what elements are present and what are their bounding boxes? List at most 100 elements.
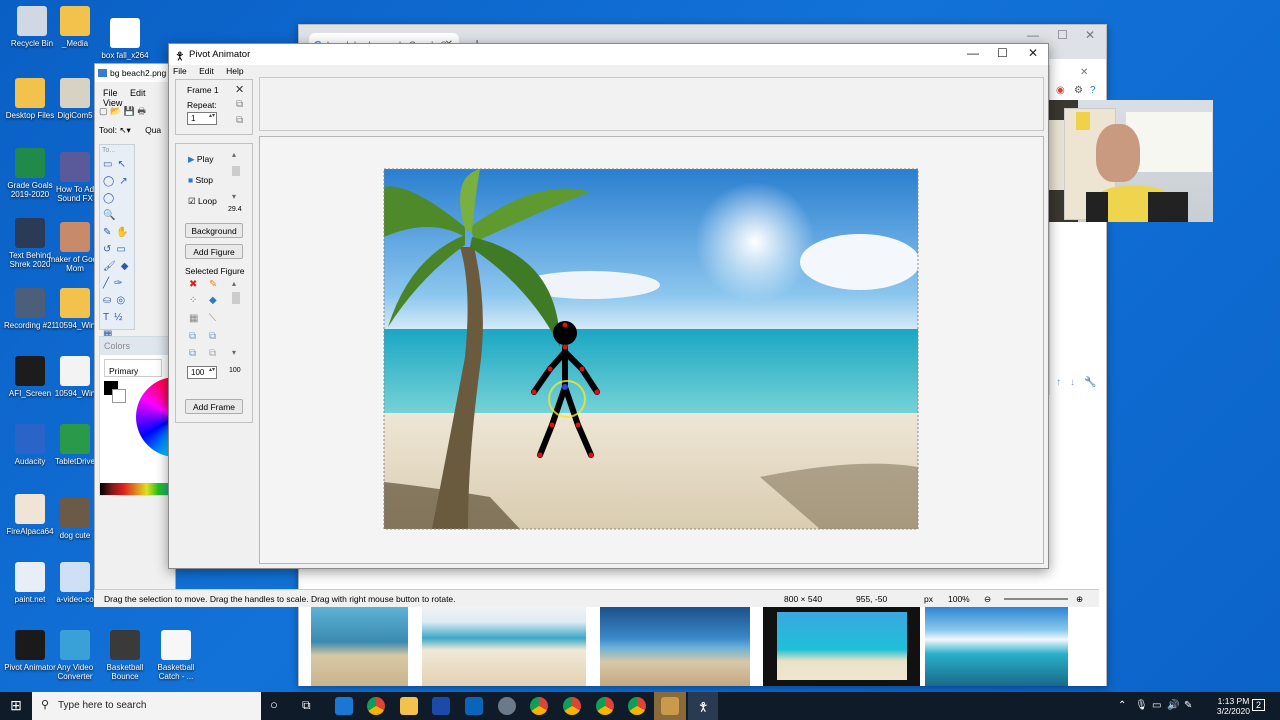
menu-edit[interactable]: Edit [199,66,214,76]
scroll-up-icon[interactable]: ▴ [232,279,236,288]
repeat-spinner[interactable]: 1 [187,112,217,125]
zoom-slider[interactable] [1004,598,1068,600]
desktop-icon-label: Any Video Converter [56,663,94,681]
app-icon[interactable] [432,697,450,715]
tool-icons[interactable]: ▭↖ ◯↗ ◯🔍 ✎✋ ↺▭ 🖌◆ ╱✑ ⛀◎ T½ ▦ [100,156,134,343]
play-button[interactable]: ▶ Play [188,154,213,165]
notification-badge[interactable]: 2 [1252,699,1266,711]
secondary-color-swatch[interactable] [112,389,126,403]
image-result[interactable] [925,606,1068,686]
edge-icon[interactable] [335,697,353,715]
image-result[interactable] [422,606,586,686]
gear-icon[interactable]: ⚙ [1074,85,1083,96]
close-icon[interactable]: ✕ [1028,46,1038,60]
network-icon[interactable]: ▭ [1152,700,1161,711]
figure-origin-handle[interactable] [562,384,568,390]
back-figure-icon[interactable]: ⧉ [209,331,216,342]
front-figure-icon[interactable]: ⧉ [189,331,196,342]
cortana-icon[interactable]: ○ [270,697,278,712]
chrome-extension-icon[interactable]: ◉ [1056,85,1065,96]
active-app-highlight[interactable] [654,692,686,720]
image-result[interactable] [600,606,750,686]
add-frame-button[interactable]: Add Frame [185,399,243,414]
loop-checkbox[interactable]: ☑ Loop [188,196,217,207]
arrow-down-icon[interactable]: ↓ [1070,377,1075,388]
maximize-icon[interactable]: ☐ [997,46,1008,60]
chrome-profile-icon[interactable] [563,697,581,715]
zoom-out-icon[interactable]: ⊖ [984,594,991,605]
beach-canvas[interactable] [260,137,1045,565]
desktop-icon[interactable]: _Media [47,6,103,48]
add-figure-button[interactable]: Add Figure [185,244,243,259]
pivot-taskbar-button[interactable]: 🯆 [688,692,718,720]
chrome-profile-icon[interactable] [530,697,548,715]
microphone-icon[interactable]: 🎙 [1135,700,1148,711]
image-result[interactable] [311,606,408,686]
delete-frame-icon[interactable]: ✕ [235,83,244,96]
desktop-icon[interactable]: box fall_x264 [97,18,153,60]
primary-select[interactable]: Primary [104,359,162,377]
checkbox-icon: ☑ [188,196,196,206]
paste-figure-icon[interactable]: ⧉ [209,348,216,359]
app-icon [661,697,679,715]
duplicate-figure-icon[interactable]: ⁘ [189,295,197,306]
task-view-icon[interactable]: ⧉ [302,698,311,713]
menu-file[interactable]: File [173,66,187,76]
flip-figure-icon[interactable]: ◆ [209,295,217,306]
chrome-profile-icon[interactable] [628,697,646,715]
desktop-icon-image [60,630,90,660]
maximize-icon[interactable]: ☐ [1057,28,1068,42]
desktop-icon-image [60,288,90,318]
color-figure-icon[interactable]: ▦ [189,313,198,324]
units-select[interactable]: px [924,594,933,604]
wrench-icon[interactable]: 🔧 [1084,377,1096,388]
minimize-icon[interactable]: — [1027,28,1039,42]
app-icon[interactable] [498,697,516,715]
frame-panel: Frame 1 ✕ Repeat: ⧉ 1 ⧉ [175,79,253,135]
delete-figure-icon[interactable]: ✖ [189,279,197,290]
menu-help[interactable]: Help [226,66,243,76]
show-hidden-icon[interactable]: ⌃ [1118,700,1126,711]
figure-scrollbar[interactable] [232,292,240,304]
start-windows-icon[interactable]: ⊞ [0,692,32,720]
desktop-icon[interactable]: Basketball Catch - ... [148,630,204,681]
close-icon[interactable]: ✕ [1085,28,1095,42]
scroll-down-icon[interactable]: ▾ [232,192,236,201]
size-spinner[interactable]: 100 [187,366,217,379]
pen-icon[interactable]: ✎ [1184,700,1192,711]
menu-file[interactable]: File [103,88,118,98]
zoom-in-icon[interactable]: ⊕ [1076,594,1083,605]
copy-figure-icon[interactable]: ⧉ [189,348,196,359]
taskbar: ⊞ ⚲ Type here to search ○ ⧉ 🯆 ⌃ 🎙 ▭ 🔊 ✎ … [0,692,1280,720]
scroll-down-icon[interactable]: ▾ [232,348,236,357]
copy-icon[interactable]: ⧉ [236,99,243,110]
stop-button[interactable]: ■ Stop [188,175,213,185]
desktop-icon[interactable]: Any Video Converter [47,630,103,681]
paintnet-toolbar-icons: ▢ 📂 💾 🖶 [99,106,146,116]
join-figure-icon[interactable]: ⟍ [209,313,216,324]
search-box[interactable]: ⚲ Type here to search [32,692,261,720]
desktop-icon-image [15,78,45,108]
selected-figure-label: Selected Figure [185,266,245,276]
speed-scrollbar[interactable] [232,166,240,176]
volume-icon[interactable]: 🔊 [1167,700,1179,711]
file-explorer-icon[interactable] [400,697,418,715]
menu-edit[interactable]: Edit [130,88,146,98]
zoom-level[interactable]: 100% [948,594,970,604]
minimize-icon[interactable]: — [967,46,979,60]
background-button[interactable]: Background [185,223,243,238]
desktop-icon-image [60,424,90,454]
help-icon[interactable]: ? [1090,85,1096,96]
close-panel-icon[interactable]: ✕ [1080,67,1088,78]
outlook-icon[interactable] [465,697,483,715]
color-palette[interactable] [100,483,178,495]
scroll-up-icon[interactable]: ▴ [232,150,236,159]
edit-figure-icon[interactable]: ✎ [209,279,217,290]
clock[interactable]: 1:13 PM 3/2/2020 [1217,696,1250,716]
image-result[interactable] [763,606,920,686]
arrow-up-icon[interactable]: ↑ [1056,377,1061,388]
desktop-icon[interactable]: Basketball Bounce [97,630,153,681]
paste-icon[interactable]: ⧉ [236,115,243,126]
chrome-profile-icon[interactable] [596,697,614,715]
chrome-icon[interactable] [367,697,385,715]
